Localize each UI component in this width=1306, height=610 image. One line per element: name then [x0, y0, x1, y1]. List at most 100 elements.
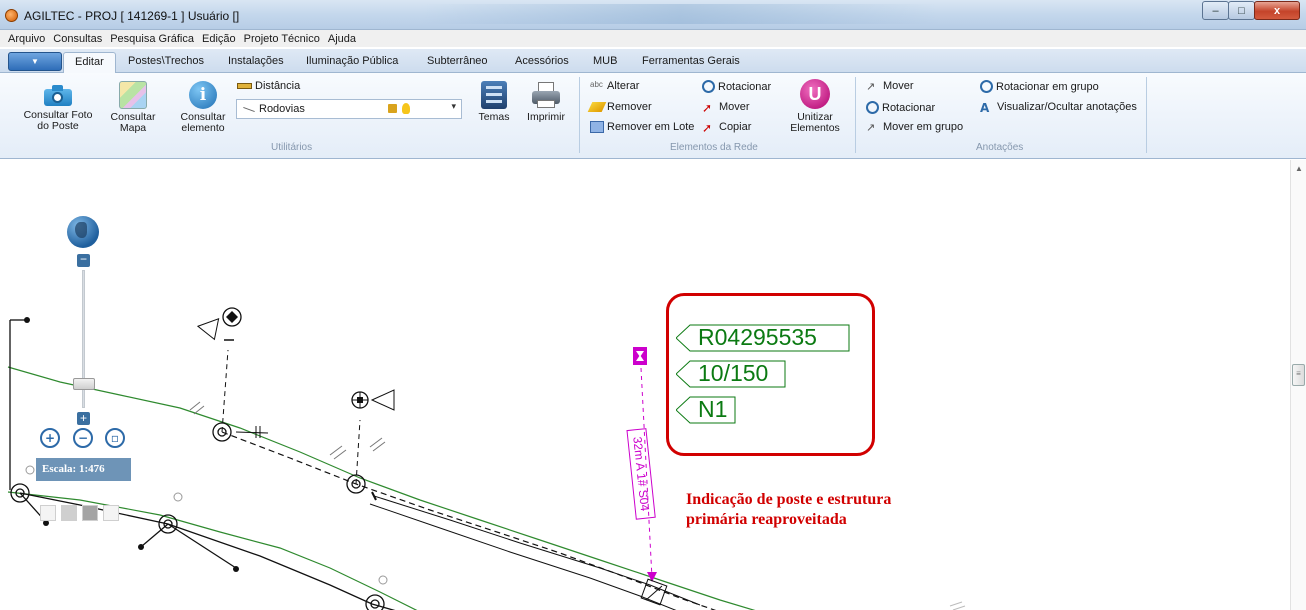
rotacionar-button[interactable]: Rotacionar	[702, 80, 771, 93]
app-icon	[5, 9, 18, 22]
rotacionar-grupo-button[interactable]: Rotacionar em grupo	[980, 80, 1099, 93]
basemap-thumb-3[interactable]	[82, 505, 98, 521]
maximize-button[interactable]: □	[1228, 1, 1255, 20]
tab-mub[interactable]: MUB	[593, 55, 617, 67]
zoom-in-icon[interactable]: +	[40, 428, 60, 448]
mover-elemento-button[interactable]: ➚ Mover	[702, 101, 750, 115]
zoom-slider-handle[interactable]	[73, 378, 95, 390]
tab-subterraneo[interactable]: Subterrâneo	[427, 55, 488, 67]
pole-spec-tag[interactable]: 10/150	[676, 360, 786, 388]
remover-label: Remover	[607, 101, 652, 113]
layer-combo[interactable]: Rodovias ▾	[236, 99, 462, 119]
printer-icon	[531, 81, 561, 109]
tab-instalacoes[interactable]: Instalações	[228, 55, 284, 67]
basemap-thumb-4[interactable]	[103, 505, 119, 521]
bulb-icon[interactable]	[402, 103, 410, 114]
pole-spec: 10/150	[698, 360, 769, 386]
tab-acessorios[interactable]: Acessórios	[515, 55, 569, 67]
consultar-foto-button[interactable]: Consultar Foto do Poste	[18, 83, 98, 132]
consultar-mapa-label: Consultar Mapa	[110, 111, 156, 134]
menu-projeto-tecnico[interactable]: Projeto Técnico	[240, 33, 324, 45]
basemap-thumb-1[interactable]	[40, 505, 56, 521]
tab-ferramentas-gerais[interactable]: Ferramentas Gerais	[642, 55, 740, 67]
tab-editar[interactable]: Editar	[63, 52, 116, 74]
scroll-up-arrow[interactable]: ▲	[1295, 164, 1303, 173]
group-separator	[579, 77, 580, 153]
move-group-icon: ↗	[866, 122, 876, 134]
consultar-elemento-label: Consultar elemento	[180, 111, 226, 134]
scrollbar-thumb[interactable]: ≡	[1292, 364, 1305, 386]
tab-postes-trechos[interactable]: Postes\Trechos	[128, 55, 204, 67]
group-label-anotacoes: Anotações	[976, 142, 1024, 153]
group-label-utilitarios: Utilitários	[271, 142, 313, 153]
window-title: AGILTEC - PROJ [ 141269-1 ] Usuário []	[24, 9, 240, 23]
zoom-out-small-icon[interactable]: −	[77, 253, 90, 267]
annotation-caption-line-2: primária reaproveitada	[686, 511, 847, 528]
alterar-label: Alterar	[607, 80, 640, 92]
vertical-scrollbar[interactable]: ▲ ≡	[1290, 160, 1306, 610]
info-icon: i	[189, 81, 217, 109]
remover-lote-label: Remover em Lote	[607, 121, 695, 133]
remover-button[interactable]: Remover	[587, 101, 652, 113]
alterar-button[interactable]: abc Alterar	[590, 80, 639, 92]
group-label-elementos-rede: Elementos da Rede	[670, 142, 758, 153]
rotacionar-grupo-label: Rotacionar em grupo	[996, 80, 1099, 93]
lock-icon[interactable]	[388, 104, 397, 113]
structure-code: N1	[698, 396, 728, 422]
ribbon-panel: Consultar Foto do Poste Consultar Mapa i…	[0, 73, 1306, 159]
tab-iluminacao-publica[interactable]: Iluminação Pública	[306, 55, 398, 67]
menu-ajuda[interactable]: Ajuda	[324, 33, 360, 45]
basemap-thumbnails	[40, 505, 119, 521]
imprimir-button[interactable]: Imprimir	[520, 81, 572, 123]
consultar-mapa-button[interactable]: Consultar Mapa	[110, 81, 156, 134]
anotacao-rotacionar-button[interactable]: Rotacionar	[866, 101, 935, 114]
menu-arquivo[interactable]: Arquivo	[4, 33, 49, 45]
map-canvas[interactable]: 32m A 1# S04 − + + − ▫ Escala: 1:476 R04…	[0, 160, 1290, 610]
unitizar-elementos-button[interactable]: U Unitizar Elementos	[782, 79, 848, 134]
unitize-icon: U	[800, 79, 830, 109]
anotacao-mover-grupo-button[interactable]: ↗ Mover em grupo	[866, 121, 964, 134]
zoom-extent-icon[interactable]: ▫	[105, 428, 125, 448]
menu-edicao[interactable]: Edição	[198, 33, 240, 45]
visualizar-anotacoes-label: Visualizar/Ocultar anotações	[997, 101, 1137, 113]
anotacao-mover-button[interactable]: ↗ Mover	[866, 80, 914, 93]
basemap-thumb-2[interactable]	[61, 505, 77, 521]
copiar-label: Copiar	[719, 121, 752, 133]
selection-box-icon	[590, 121, 604, 133]
close-button[interactable]: x	[1254, 1, 1300, 20]
menu-pesquisa-grafica[interactable]: Pesquisa Gráfica	[106, 33, 198, 45]
camera-icon	[43, 83, 73, 107]
consultar-foto-label: Consultar Foto do Poste	[23, 109, 93, 132]
themes-icon	[481, 81, 507, 109]
zoom-in-small-icon[interactable]: +	[77, 412, 90, 425]
copiar-button[interactable]: ➚ Copiar	[702, 121, 752, 135]
distancia-button[interactable]: Distância	[237, 80, 300, 92]
chevron-down-icon[interactable]: ▾	[451, 101, 456, 112]
pole-code-tag[interactable]: R04295535	[676, 324, 850, 352]
minimize-button[interactable]: –	[1202, 1, 1229, 20]
eraser-icon	[587, 102, 607, 112]
group-separator	[1146, 77, 1147, 153]
zoom-out-icon[interactable]: −	[73, 428, 93, 448]
anotacao-mover-grupo-label: Mover em grupo	[883, 121, 964, 133]
temas-label: Temas	[478, 111, 510, 123]
menu-consultas[interactable]: Consultas	[49, 33, 106, 45]
structure-tag[interactable]: N1	[676, 396, 736, 424]
remover-lote-button[interactable]: Remover em Lote	[590, 121, 694, 133]
menu-bar: Arquivo Consultas Pesquisa Gráfica Ediçã…	[0, 30, 1306, 47]
rotate-group-icon	[980, 80, 993, 93]
imprimir-label: Imprimir	[527, 111, 565, 123]
visualizar-anotacoes-button[interactable]: A Visualizar/Ocultar anotações	[980, 101, 1137, 115]
consultar-elemento-button[interactable]: i Consultar elemento	[176, 81, 230, 134]
application-menu-button[interactable]: ▼	[8, 52, 62, 71]
annotation-visibility-icon: A	[980, 101, 990, 115]
unitizar-label: Unitizar Elementos	[790, 111, 840, 134]
distancia-label: Distância	[255, 80, 301, 92]
move-arrow-icon: ➚	[702, 101, 713, 115]
temas-button[interactable]: Temas	[474, 81, 514, 123]
title-bar: AGILTEC - PROJ [ 141269-1 ] Usuário [] –…	[0, 0, 1306, 30]
anotacao-rotacionar-label: Rotacionar	[882, 101, 936, 114]
rotate-annotation-icon	[866, 101, 879, 114]
globe-icon[interactable]	[67, 216, 99, 248]
ribbon-tab-strip: ▼ Editar Postes\Trechos Instalações Ilum…	[0, 49, 1306, 74]
